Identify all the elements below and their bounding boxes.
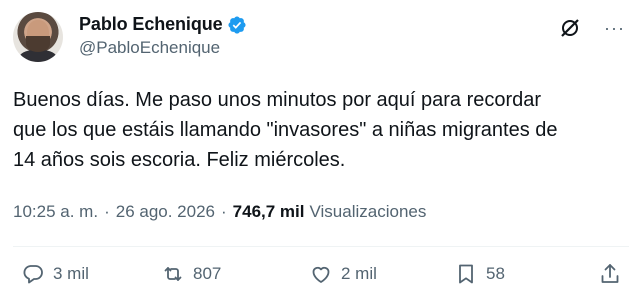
verified-badge-icon (227, 15, 246, 34)
author-display-name[interactable]: Pablo Echenique (79, 14, 223, 35)
meta-separator: · (221, 202, 227, 221)
views-count: 746,7 mil (232, 202, 305, 221)
tweet-card: Pablo Echenique @PabloEchenique ··· Buen… (0, 0, 642, 301)
avatar[interactable] (13, 12, 63, 62)
bookmark-icon (459, 264, 473, 284)
bookmark-count: 58 (486, 264, 505, 283)
author-block: Pablo Echenique @PabloEchenique (79, 14, 247, 58)
retweet-button[interactable]: 807 (161, 262, 221, 286)
reply-icon (23, 265, 43, 284)
tweet-header: Pablo Echenique @PabloEchenique ··· (13, 12, 629, 68)
tweet-time[interactable]: 10:25 a. m. (13, 202, 98, 222)
grok-slash-icon[interactable] (558, 16, 582, 40)
tweet-actions: 3 mil 807 2 mil 58 (13, 262, 629, 292)
like-button[interactable]: 2 mil (309, 262, 377, 286)
reply-button[interactable]: 3 mil (21, 262, 89, 286)
divider (13, 246, 629, 247)
like-count: 2 mil (341, 264, 377, 283)
meta-separator: · (104, 202, 110, 221)
tweet-date[interactable]: 26 ago. 2026 (116, 202, 215, 222)
share-icon (601, 264, 619, 283)
tweet-text: Buenos días. Me paso unos minutos por aq… (13, 89, 558, 171)
bookmark-button[interactable]: 58 (454, 262, 505, 286)
more-options-icon[interactable]: ··· (604, 19, 625, 37)
reply-count: 3 mil (53, 264, 89, 283)
tweet-meta: 10:25 a. m. · 26 ago. 2026 · 746,7 mil V… (13, 202, 426, 222)
views-label: Visualizaciones (309, 202, 427, 221)
heart-icon (312, 266, 330, 283)
retweet-icon (164, 267, 182, 281)
author-handle[interactable]: @PabloEchenique (79, 38, 247, 58)
share-button[interactable] (598, 262, 622, 286)
retweet-count: 807 (193, 264, 222, 283)
header-actions: ··· (558, 16, 625, 40)
